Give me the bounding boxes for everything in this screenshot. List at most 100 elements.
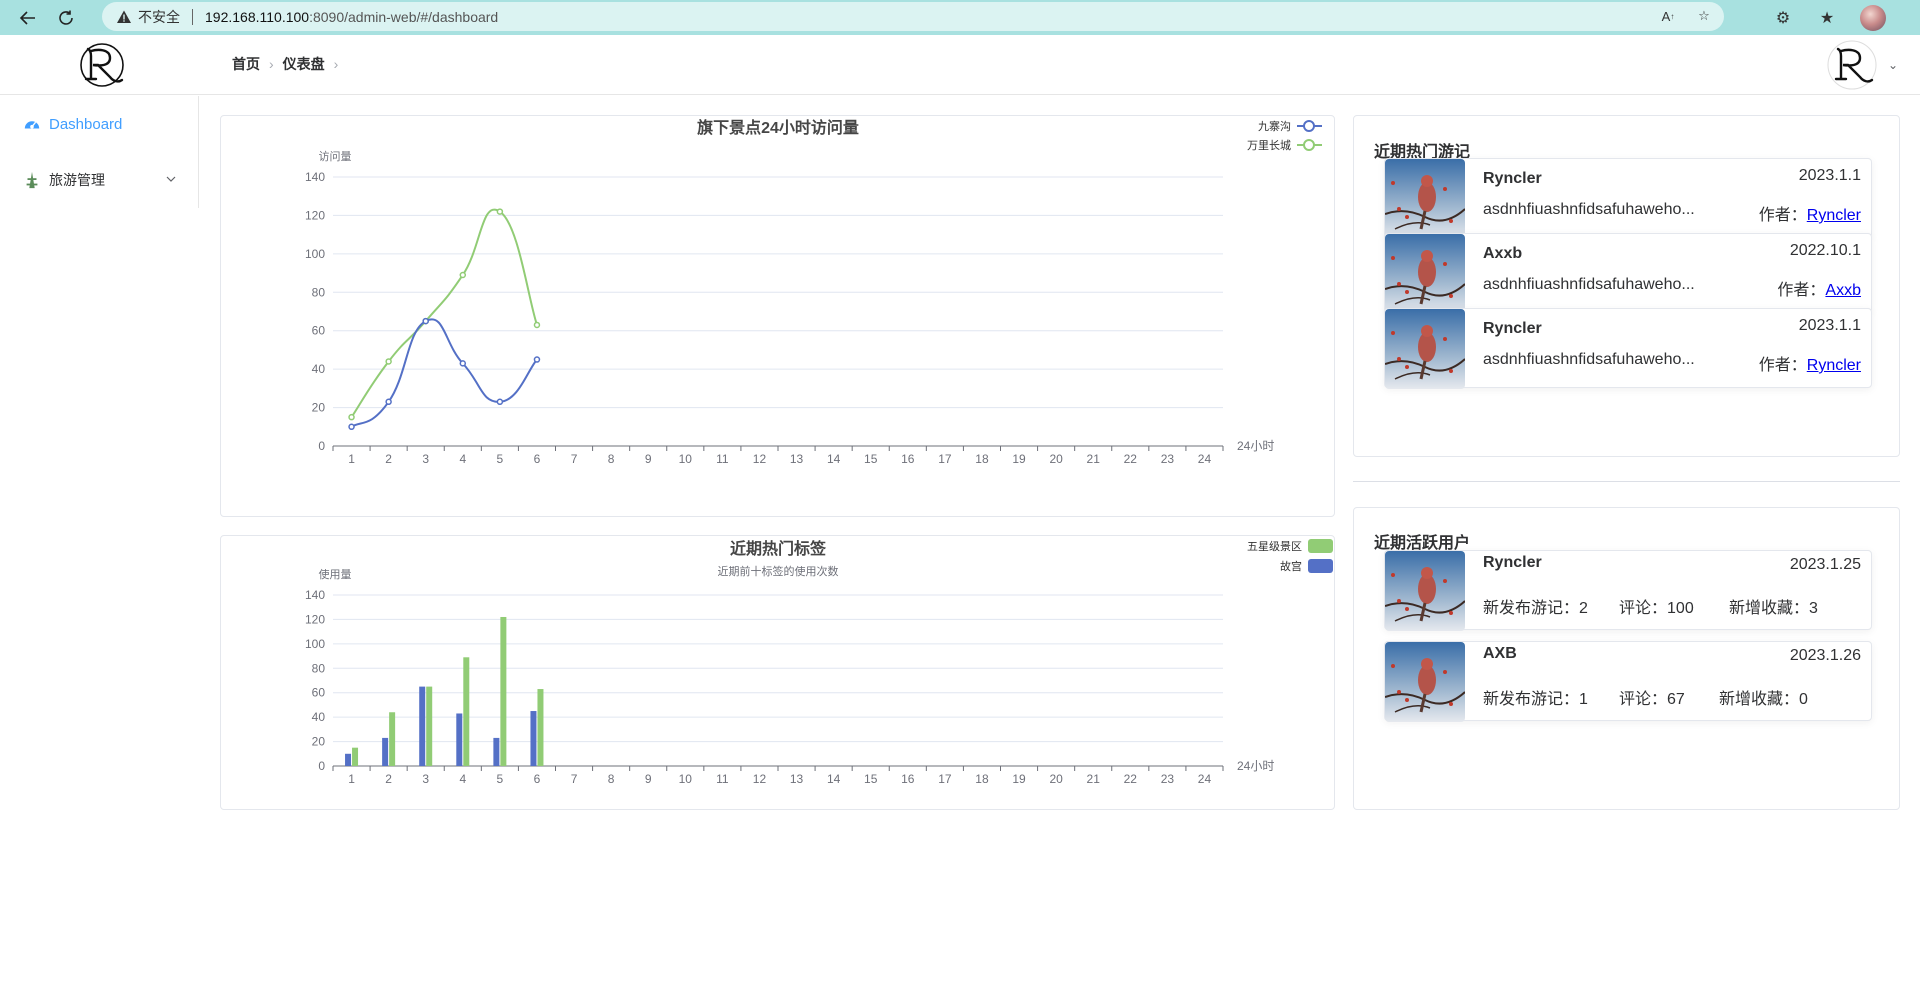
y-tick-label: 40 bbox=[312, 710, 326, 724]
x-tick-label: 24 bbox=[1198, 772, 1212, 786]
bar[interactable] bbox=[352, 747, 359, 766]
x-tick-label: 4 bbox=[459, 772, 466, 786]
chevron-down-icon[interactable]: ⌄ bbox=[1888, 58, 1898, 72]
x-tick-label: 5 bbox=[497, 452, 504, 466]
bar[interactable] bbox=[345, 753, 352, 766]
posts-label: 新发布游记： bbox=[1483, 691, 1580, 708]
x-tick-label: 5 bbox=[497, 772, 504, 786]
data-point[interactable] bbox=[348, 423, 355, 431]
back-button[interactable] bbox=[12, 2, 44, 34]
bar[interactable] bbox=[463, 657, 470, 766]
favorites-icon[interactable]: ★ bbox=[1816, 7, 1838, 29]
posts-label: 新发布游记： bbox=[1483, 600, 1580, 617]
favorites-value: 3 bbox=[1809, 600, 1818, 617]
browser-toolbar: 不安全 192.168.110.100:8090/admin-web/#/das… bbox=[0, 0, 1920, 35]
journal-card[interactable]: Ryncler 2023.1.1 asdnhfiuashnfidsafuhaweho… bbox=[1384, 308, 1872, 389]
hot-journals-card: 近期热门游记 Ryncler 2023.1.1 asdnhfiuashnfidsaf… bbox=[1353, 115, 1900, 457]
x-tick-label: 19 bbox=[1012, 772, 1026, 786]
bar[interactable] bbox=[389, 712, 396, 766]
data-point[interactable] bbox=[496, 398, 504, 406]
x-tick-label: 6 bbox=[534, 452, 541, 466]
legend-circle-marker[interactable] bbox=[1303, 139, 1315, 151]
data-point[interactable] bbox=[459, 271, 467, 279]
breadcrumb-dashboard[interactable]: 仪表盘 bbox=[283, 54, 325, 74]
profile-avatar[interactable] bbox=[1860, 4, 1886, 31]
x-tick-label: 11 bbox=[716, 452, 729, 466]
author-link[interactable]: Ryncler bbox=[1807, 357, 1861, 374]
user-stats: 新发布游记：1 评论：67 新增收藏：0 bbox=[1483, 685, 1808, 709]
user-card[interactable]: Ryncler 2023.1.25 新发布游记：2 评论：100 新增收藏：3 bbox=[1384, 550, 1872, 631]
author-link[interactable]: Axxb bbox=[1825, 282, 1861, 299]
sidebar-item-travel-management[interactable]: 旅游管理 bbox=[0, 152, 198, 208]
bar[interactable] bbox=[419, 686, 426, 766]
y-tick-label: 120 bbox=[305, 208, 325, 222]
journal-author: 作者：Ryncler bbox=[1759, 351, 1861, 375]
journal-thumbnail bbox=[1385, 159, 1465, 239]
x-tick-label: 21 bbox=[1087, 772, 1101, 786]
x-tick-label: 16 bbox=[901, 452, 915, 466]
legend-swatch[interactable] bbox=[1308, 539, 1333, 553]
favorites-stat: 新增收藏：3 bbox=[1729, 594, 1818, 618]
address-bar[interactable]: 不安全 192.168.110.100:8090/admin-web/#/das… bbox=[102, 2, 1724, 31]
x-tick-label: 13 bbox=[790, 452, 804, 466]
bar[interactable] bbox=[500, 616, 507, 766]
legend-label[interactable]: 五星级景区 bbox=[1247, 540, 1302, 553]
bar[interactable] bbox=[530, 711, 537, 766]
posts-value: 1 bbox=[1579, 691, 1588, 708]
data-point[interactable] bbox=[385, 398, 392, 406]
author-link[interactable]: Ryncler bbox=[1807, 207, 1861, 224]
read-aloud-icon[interactable]: A ↑ bbox=[1658, 6, 1678, 26]
data-point[interactable] bbox=[348, 413, 355, 421]
bar[interactable] bbox=[493, 737, 500, 766]
journal-date: 2023.1.1 bbox=[1798, 317, 1861, 334]
user-avatar-icon[interactable] bbox=[1826, 39, 1878, 91]
x-tick-label: 19 bbox=[1012, 452, 1026, 466]
journal-card[interactable]: Axxb 2022.10.1 asdnhfiuashnfidsafuhaweho..… bbox=[1384, 233, 1872, 314]
extensions-icon[interactable]: ⚙ bbox=[1772, 7, 1794, 29]
journal-card[interactable]: Ryncler 2023.1.1 asdnhfiuashnfidsafuhaweho… bbox=[1384, 158, 1872, 239]
bar[interactable] bbox=[382, 737, 389, 766]
app-header: 首页 › 仪表盘 › ⌄ bbox=[0, 35, 1920, 95]
data-point[interactable] bbox=[422, 317, 429, 325]
bar[interactable] bbox=[537, 689, 544, 766]
legend-swatch[interactable] bbox=[1308, 559, 1333, 573]
x-tick-label: 23 bbox=[1161, 772, 1175, 786]
x-tick-label: 8 bbox=[608, 772, 615, 786]
bar[interactable] bbox=[456, 713, 463, 766]
user-menu[interactable]: ⌄ bbox=[1826, 39, 1898, 91]
journal-date: 2022.10.1 bbox=[1789, 242, 1861, 259]
data-point[interactable] bbox=[459, 360, 467, 367]
x-tick-label: 16 bbox=[901, 772, 915, 786]
journal-thumbnail bbox=[1385, 234, 1465, 314]
posts-value: 2 bbox=[1579, 600, 1588, 617]
data-point[interactable] bbox=[533, 321, 541, 329]
data-point[interactable] bbox=[496, 208, 504, 215]
x-tick-label: 7 bbox=[571, 452, 578, 466]
breadcrumb-home[interactable]: 首页 bbox=[232, 54, 260, 74]
x-tick-label: 3 bbox=[422, 452, 429, 466]
add-favorite-icon[interactable]: ☆ bbox=[1694, 6, 1714, 26]
active-users-card: 近期活跃用户 Ryncler 2023.1.25 新发布游记：2 评论：100 新增收藏… bbox=[1353, 507, 1900, 810]
sidebar-item-dashboard[interactable]: Dashboard bbox=[0, 96, 198, 152]
x-tick-label: 11 bbox=[716, 772, 729, 786]
data-point[interactable] bbox=[385, 358, 392, 365]
logo-icon[interactable] bbox=[76, 39, 128, 91]
legend-circle-marker[interactable] bbox=[1303, 120, 1315, 132]
legend-label[interactable]: 万里长城 bbox=[1247, 139, 1291, 152]
legend-label[interactable]: 故宫 bbox=[1280, 559, 1302, 573]
reload-button[interactable] bbox=[50, 2, 82, 34]
author-label: 作者： bbox=[1758, 357, 1807, 374]
x-tick-label: 17 bbox=[938, 772, 952, 786]
y-tick-label: 140 bbox=[305, 170, 325, 184]
url-path: :8090/admin-web/#/dashboard bbox=[309, 8, 499, 25]
y-tick-label: 140 bbox=[305, 588, 325, 602]
legend-label[interactable]: 九寨沟 bbox=[1258, 119, 1291, 133]
y-axis-label: 访问量 bbox=[319, 150, 352, 163]
user-card[interactable]: AXB 2023.1.26 新发布游记：1 评论：67 新增收藏：0 bbox=[1384, 641, 1872, 722]
favorites-label: 新增收藏： bbox=[1729, 600, 1810, 617]
data-point[interactable] bbox=[533, 356, 541, 363]
bar[interactable] bbox=[426, 686, 433, 766]
journal-description: asdnhfiuashnfidsafuhaweho... bbox=[1483, 351, 1695, 368]
x-tick-label: 20 bbox=[1049, 772, 1063, 786]
sidebar-item-label: Dashboard bbox=[49, 115, 123, 133]
